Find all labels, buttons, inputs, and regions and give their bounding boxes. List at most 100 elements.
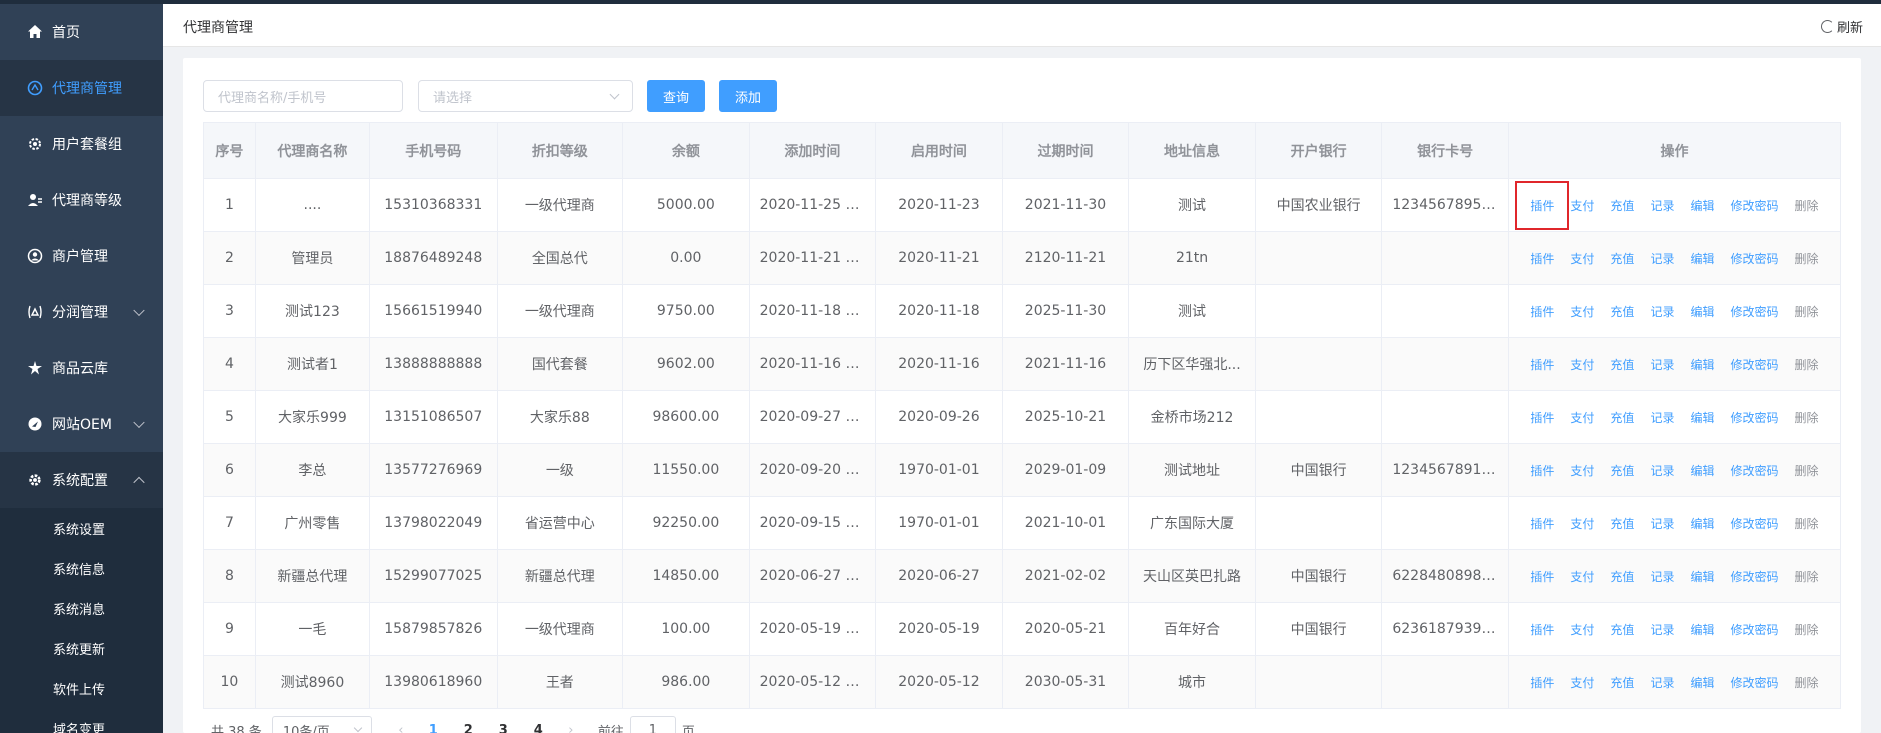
submenu-item-domain-change[interactable]: 域名变更 bbox=[0, 708, 163, 733]
plugin-link[interactable]: 插件 bbox=[1522, 568, 1562, 585]
delete-link[interactable]: 删除 bbox=[1786, 197, 1826, 214]
submenu-item-system-settings[interactable]: 系统设置 bbox=[0, 508, 163, 548]
delete-link[interactable]: 删除 bbox=[1786, 409, 1826, 426]
goto-page-input[interactable]: 1 bbox=[629, 716, 676, 733]
delete-link[interactable]: 删除 bbox=[1786, 515, 1826, 532]
delete-link[interactable]: 删除 bbox=[1786, 462, 1826, 479]
prev-page-button[interactable]: ‹ bbox=[386, 723, 416, 733]
edit-link[interactable]: 编辑 bbox=[1682, 356, 1722, 373]
pay-link[interactable]: 支付 bbox=[1562, 515, 1602, 532]
change-password-link[interactable]: 修改密码 bbox=[1722, 462, 1786, 479]
record-link[interactable]: 记录 bbox=[1642, 568, 1682, 585]
plugin-link[interactable]: 插件 bbox=[1522, 250, 1562, 267]
record-link[interactable]: 记录 bbox=[1642, 515, 1682, 532]
recharge-link[interactable]: 充值 bbox=[1602, 250, 1642, 267]
submenu-item-system-update[interactable]: 系统更新 bbox=[0, 628, 163, 668]
submenu-item-system-messages[interactable]: 系统消息 bbox=[0, 588, 163, 628]
sidebar-item-user-package[interactable]: 用户套餐组 bbox=[0, 116, 163, 172]
sidebar-item-agent-level[interactable]: 代理商等级 bbox=[0, 172, 163, 228]
search-input[interactable]: 代理商名称/手机号 bbox=[203, 80, 403, 112]
pay-link[interactable]: 支付 bbox=[1562, 250, 1602, 267]
delete-link[interactable]: 删除 bbox=[1786, 303, 1826, 320]
plugin-link[interactable]: 插件 bbox=[1522, 303, 1562, 320]
recharge-link[interactable]: 充值 bbox=[1602, 303, 1642, 320]
pay-link[interactable]: 支付 bbox=[1562, 197, 1602, 214]
plugin-link[interactable]: 插件 bbox=[1515, 180, 1570, 230]
recharge-link[interactable]: 充值 bbox=[1602, 356, 1642, 373]
recharge-link[interactable]: 充值 bbox=[1602, 197, 1642, 214]
change-password-link[interactable]: 修改密码 bbox=[1722, 621, 1786, 638]
pay-link[interactable]: 支付 bbox=[1562, 674, 1602, 691]
record-link[interactable]: 记录 bbox=[1642, 621, 1682, 638]
submenu-item-system-info[interactable]: 系统信息 bbox=[0, 548, 163, 588]
table-cell: 2025-10-21 bbox=[1001, 390, 1130, 444]
page-number[interactable]: 4 bbox=[521, 723, 556, 733]
recharge-link[interactable]: 充值 bbox=[1602, 621, 1642, 638]
record-link[interactable]: 记录 bbox=[1642, 462, 1682, 479]
change-password-link[interactable]: 修改密码 bbox=[1722, 250, 1786, 267]
page-number[interactable]: 2 bbox=[451, 723, 486, 733]
oem-icon bbox=[26, 415, 44, 433]
delete-link[interactable]: 删除 bbox=[1786, 568, 1826, 585]
sidebar-item-cloud[interactable]: 商品云库 bbox=[0, 340, 163, 396]
pay-link[interactable]: 支付 bbox=[1562, 303, 1602, 320]
change-password-link[interactable]: 修改密码 bbox=[1722, 197, 1786, 214]
delete-link[interactable]: 删除 bbox=[1786, 674, 1826, 691]
recharge-link[interactable]: 充值 bbox=[1602, 674, 1642, 691]
change-password-link[interactable]: 修改密码 bbox=[1722, 674, 1786, 691]
sidebar-item-agents[interactable]: 代理商管理 bbox=[0, 60, 163, 116]
change-password-link[interactable]: 修改密码 bbox=[1722, 356, 1786, 373]
add-button[interactable]: 添加 bbox=[719, 80, 778, 112]
plugin-link[interactable]: 插件 bbox=[1522, 674, 1562, 691]
edit-link[interactable]: 编辑 bbox=[1682, 515, 1722, 532]
sidebar-item-home[interactable]: 首页 bbox=[0, 4, 163, 60]
refresh-button[interactable]: 刷新 bbox=[1820, 17, 1863, 36]
edit-link[interactable]: 编辑 bbox=[1682, 621, 1722, 638]
query-button[interactable]: 查询 bbox=[647, 80, 706, 112]
record-link[interactable]: 记录 bbox=[1642, 197, 1682, 214]
record-link[interactable]: 记录 bbox=[1642, 356, 1682, 373]
recharge-link[interactable]: 充值 bbox=[1602, 462, 1642, 479]
delete-link[interactable]: 删除 bbox=[1786, 250, 1826, 267]
change-password-link[interactable]: 修改密码 bbox=[1722, 303, 1786, 320]
submenu-item-software-upload[interactable]: 软件上传 bbox=[0, 668, 163, 708]
pay-link[interactable]: 支付 bbox=[1562, 568, 1602, 585]
edit-link[interactable]: 编辑 bbox=[1682, 568, 1722, 585]
plugin-link[interactable]: 插件 bbox=[1522, 621, 1562, 638]
sidebar-item-system-config[interactable]: 系统配置 bbox=[0, 452, 163, 508]
edit-link[interactable]: 编辑 bbox=[1682, 462, 1722, 479]
recharge-link[interactable]: 充值 bbox=[1602, 515, 1642, 532]
page-number[interactable]: 1 bbox=[416, 723, 451, 733]
recharge-link[interactable]: 充值 bbox=[1602, 409, 1642, 426]
level-select[interactable]: 请选择 bbox=[418, 80, 633, 112]
next-page-button[interactable]: › bbox=[556, 723, 586, 733]
change-password-link[interactable]: 修改密码 bbox=[1722, 568, 1786, 585]
pay-link[interactable]: 支付 bbox=[1562, 409, 1602, 426]
sidebar-item-oem[interactable]: 网站OEM bbox=[0, 396, 163, 452]
edit-link[interactable]: 编辑 bbox=[1682, 409, 1722, 426]
edit-link[interactable]: 编辑 bbox=[1682, 674, 1722, 691]
plugin-link[interactable]: 插件 bbox=[1522, 409, 1562, 426]
page-number[interactable]: 3 bbox=[486, 723, 521, 733]
sidebar-item-merchant[interactable]: 商户管理 bbox=[0, 228, 163, 284]
edit-link[interactable]: 编辑 bbox=[1682, 303, 1722, 320]
pay-link[interactable]: 支付 bbox=[1562, 621, 1602, 638]
delete-link[interactable]: 删除 bbox=[1786, 621, 1826, 638]
change-password-link[interactable]: 修改密码 bbox=[1722, 515, 1786, 532]
record-link[interactable]: 记录 bbox=[1642, 674, 1682, 691]
edit-link[interactable]: 编辑 bbox=[1682, 250, 1722, 267]
edit-link[interactable]: 编辑 bbox=[1682, 197, 1722, 214]
pay-link[interactable]: 支付 bbox=[1562, 356, 1602, 373]
pay-link[interactable]: 支付 bbox=[1562, 462, 1602, 479]
plugin-link[interactable]: 插件 bbox=[1522, 462, 1562, 479]
record-link[interactable]: 记录 bbox=[1642, 303, 1682, 320]
recharge-link[interactable]: 充值 bbox=[1602, 568, 1642, 585]
sidebar-item-profit[interactable]: 分润管理 bbox=[0, 284, 163, 340]
record-link[interactable]: 记录 bbox=[1642, 409, 1682, 426]
record-link[interactable]: 记录 bbox=[1642, 250, 1682, 267]
plugin-link[interactable]: 插件 bbox=[1522, 515, 1562, 532]
plugin-link[interactable]: 插件 bbox=[1522, 356, 1562, 373]
change-password-link[interactable]: 修改密码 bbox=[1722, 409, 1786, 426]
delete-link[interactable]: 删除 bbox=[1786, 356, 1826, 373]
page-size-select[interactable]: 10条/页 bbox=[271, 716, 372, 733]
